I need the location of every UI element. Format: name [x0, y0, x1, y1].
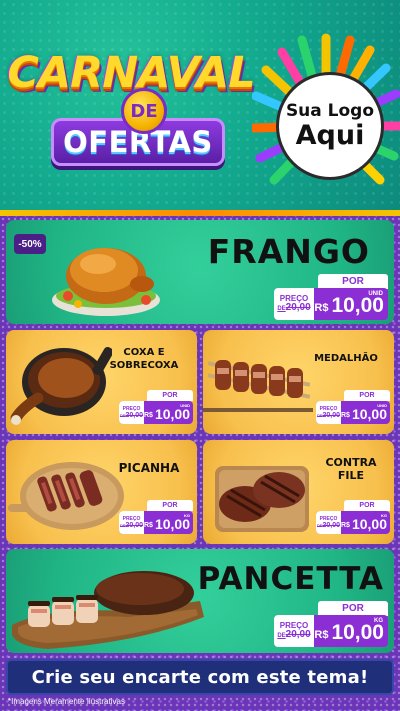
- por-label: POR: [344, 500, 390, 511]
- discount-badge: -50%: [14, 234, 46, 254]
- product-card-frango[interactable]: -50% FRANGO POR PREÇO DE20,00 R$ 10,00 U…: [6, 220, 394, 324]
- logo-text-line2: Aqui: [295, 120, 365, 151]
- title-de-badge: DE: [121, 88, 167, 134]
- price-unit: KG: [374, 618, 383, 624]
- logo-text-line1: Sua Logo: [285, 101, 375, 121]
- pancetta-roast-board-image: [12, 571, 204, 649]
- price-value: 10,00: [154, 406, 190, 422]
- logo-circle: Sua Logo Aqui: [276, 72, 384, 180]
- price-unit: KG: [184, 513, 190, 518]
- price-tag: POR PREÇO DE20,00 R$ 10,00 UNID: [119, 390, 193, 424]
- old-price: DE20,00: [316, 521, 341, 529]
- price-value: 10,00: [351, 516, 387, 532]
- por-label: POR: [318, 601, 388, 616]
- header-banner: CARNAVAL OFERTAS DE Sua Logo Aqui: [0, 0, 400, 216]
- price-value: 10,00: [331, 294, 384, 317]
- product-card-medalhao[interactable]: MEDALHÃO POR PREÇO DE20,00 R$ 10,00 UNID: [203, 330, 394, 434]
- currency: R$: [314, 302, 329, 314]
- currency: R$: [144, 521, 153, 529]
- carnaval-title: CARNAVAL OFERTAS DE: [6, 36, 256, 200]
- price-tag: POR PREÇO DE20,00 R$ 10,00 KG: [316, 500, 390, 534]
- old-price: DE20,00: [277, 629, 311, 640]
- chicken-leg-pan-image: [10, 346, 112, 425]
- old-price: DE20,00: [119, 411, 144, 419]
- product-name: COXA E SOBRECOXA: [109, 347, 179, 371]
- logo-placeholder[interactable]: Sua Logo Aqui: [252, 30, 400, 190]
- price-tag: POR PREÇO DE20,00 R$ 10,00 KG: [274, 601, 388, 647]
- currency: R$: [314, 629, 329, 641]
- product-name: CONTRA FILE: [325, 456, 377, 482]
- price-unit: KG: [381, 513, 387, 518]
- price-value: 10,00: [154, 516, 190, 532]
- price-value: 10,00: [331, 621, 384, 644]
- disclaimer-text: *Imagens Meramente Ilustrativas: [8, 697, 125, 706]
- product-name: PICANHA: [118, 461, 180, 475]
- bacon-medallion-skewers-image: [203, 360, 313, 412]
- product-name: MEDALHÃO: [314, 353, 378, 364]
- old-price: DE20,00: [119, 521, 144, 529]
- product-name: PANCETTA: [197, 561, 384, 597]
- product-card-coxa-sobrecoxa[interactable]: COXA E SOBRECOXA POR PREÇO DE20,00 R$ 10…: [6, 330, 197, 434]
- currency: R$: [144, 411, 153, 419]
- price-tag: POR PREÇO DE20,00 R$ 10,00 UNID: [274, 274, 388, 320]
- price-unit: UNID: [368, 291, 383, 297]
- old-price: DE20,00: [277, 302, 311, 313]
- por-label: POR: [344, 390, 390, 401]
- product-name: FRANGO: [207, 232, 370, 271]
- por-label: POR: [318, 274, 388, 289]
- price-value: 10,00: [351, 406, 387, 422]
- por-label: POR: [147, 390, 193, 401]
- price-tag: POR PREÇO DE20,00 R$ 10,00 KG: [119, 500, 193, 534]
- currency: R$: [341, 411, 350, 419]
- old-price: DE20,00: [316, 411, 341, 419]
- product-card-picanha[interactable]: PICANHA POR PREÇO DE20,00 R$ 10,00 KG: [6, 440, 197, 544]
- currency: R$: [341, 521, 350, 529]
- grilled-steaks-board-image: [215, 466, 309, 532]
- whole-roast-chicken-image: [52, 248, 160, 316]
- cta-banner[interactable]: Crie seu encarte com este tema!: [6, 659, 394, 695]
- price-unit: UNID: [377, 403, 387, 408]
- product-card-contra-file[interactable]: CONTRA FILE POR PREÇO DE20,00 R$ 10,00 K…: [203, 440, 394, 544]
- product-card-pancetta[interactable]: PANCETTA POR PREÇO DE20,00 R$ 10,00 KG: [6, 549, 394, 653]
- por-label: POR: [147, 500, 193, 511]
- price-tag: POR PREÇO DE20,00 R$ 10,00 UNID: [316, 390, 390, 424]
- price-unit: UNID: [180, 403, 190, 408]
